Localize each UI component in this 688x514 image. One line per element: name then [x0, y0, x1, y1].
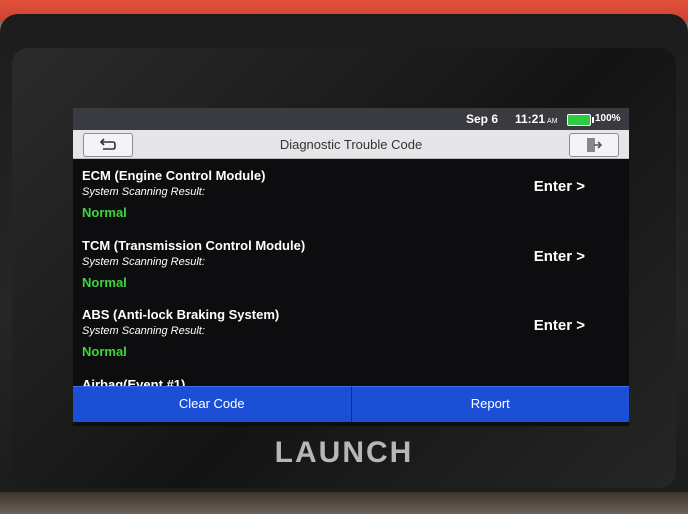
scan-status: Normal	[82, 205, 127, 220]
status-time: 11:21 AM	[515, 112, 558, 126]
device-bottom-edge	[0, 492, 688, 514]
page-title: Diagnostic Trouble Code	[279, 137, 423, 152]
battery-percent: 100%	[595, 113, 621, 124]
title-bar: Diagnostic Trouble Code	[73, 130, 629, 159]
status-date: Sep 6	[466, 112, 499, 126]
exit-button[interactable]	[569, 133, 619, 157]
module-name: Airbag(Event #1)	[82, 377, 186, 386]
enter-button[interactable]: Enter >	[534, 317, 585, 334]
scan-result-label: System Scanning Result:	[82, 186, 205, 198]
module-name: ECM (Engine Control Module)	[82, 168, 266, 183]
module-name: ABS (Anti-lock Braking System)	[82, 307, 280, 322]
scan-result-label: System Scanning Result:	[82, 325, 205, 337]
status-time-value: 11:21	[515, 112, 546, 126]
module-list: ECM (Engine Control Module) System Scann…	[73, 158, 629, 386]
module-row-ecm[interactable]: ECM (Engine Control Module) System Scann…	[73, 158, 629, 228]
module-row-abs[interactable]: ABS (Anti-lock Braking System) System Sc…	[73, 297, 629, 367]
clear-code-button[interactable]: Clear Code	[73, 386, 351, 422]
device-brand-logo: LAUNCH	[274, 436, 414, 469]
scan-status: Normal	[82, 344, 127, 359]
report-button[interactable]: Report	[350, 386, 629, 422]
status-bar: Sep 6 11:21 AM 100%	[73, 108, 629, 130]
device-screen: Sep 6 11:21 AM 100% Diagnostic Trouble Co…	[73, 108, 629, 426]
enter-button[interactable]: Enter >	[534, 248, 585, 265]
scan-status: Normal	[82, 275, 127, 290]
action-bar: Clear Code Report	[73, 386, 629, 422]
enter-button[interactable]: Enter >	[534, 178, 585, 195]
module-row-airbag[interactable]: Airbag(Event #1)	[73, 377, 629, 386]
scan-result-label: System Scanning Result:	[82, 256, 205, 268]
module-row-tcm[interactable]: TCM (Transmission Control Module) System…	[73, 228, 629, 298]
exit-icon	[587, 138, 602, 152]
status-ampm: AM	[547, 118, 558, 125]
battery-icon	[567, 114, 594, 126]
module-name: TCM (Transmission Control Module)	[82, 238, 306, 253]
